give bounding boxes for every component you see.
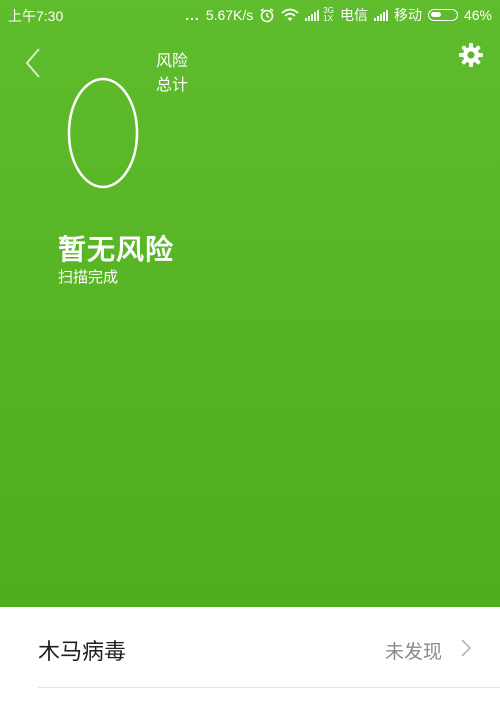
network-type: 3G 1X: [323, 6, 334, 23]
back-chevron-icon: [25, 48, 40, 78]
chevron-right-icon: [461, 639, 472, 657]
carrier-1: 电信: [339, 7, 368, 23]
risk-total-label: 风险 总计: [156, 49, 188, 97]
list-item-trojan[interactable]: 木马病毒 未发现: [0, 607, 500, 687]
signal-icon: [373, 9, 388, 21]
scan-result-list: 木马病毒 未发现: [0, 607, 500, 711]
battery-percent: 46%: [463, 7, 492, 23]
risk-count-digit: 0: [67, 77, 139, 189]
network-speed: 5.67K/s: [205, 7, 254, 23]
list-item-label: 木马病毒: [38, 640, 127, 665]
battery-icon: [427, 9, 458, 21]
alarm-icon: [260, 8, 274, 23]
back-button[interactable]: [16, 44, 50, 84]
status-right-group: ... 5.67K/s 3G 1X 电信 移动 46%: [185, 5, 492, 25]
status-time: 上午7:30: [8, 8, 64, 24]
carrier-2: 移动: [393, 7, 422, 23]
wifi-icon: [281, 8, 299, 21]
divider: [38, 687, 500, 688]
more-dots: ...: [185, 7, 200, 23]
scan-status-subtitle: 扫描完成: [58, 268, 119, 286]
risk-label: 风险: [156, 51, 189, 70]
gear-icon: [459, 43, 483, 67]
signal-icon: [305, 9, 320, 21]
total-label: 总计: [156, 75, 189, 94]
scan-status-title: 暂无风险: [58, 233, 175, 266]
settings-button[interactable]: [458, 42, 484, 68]
risk-count-value: 0: [103, 137, 104, 139]
list-item-value: 未发现: [384, 641, 442, 663]
status-bar: 上午7:30 ... 5.67K/s 3G 1X 电信 移动 46%: [0, 0, 500, 30]
